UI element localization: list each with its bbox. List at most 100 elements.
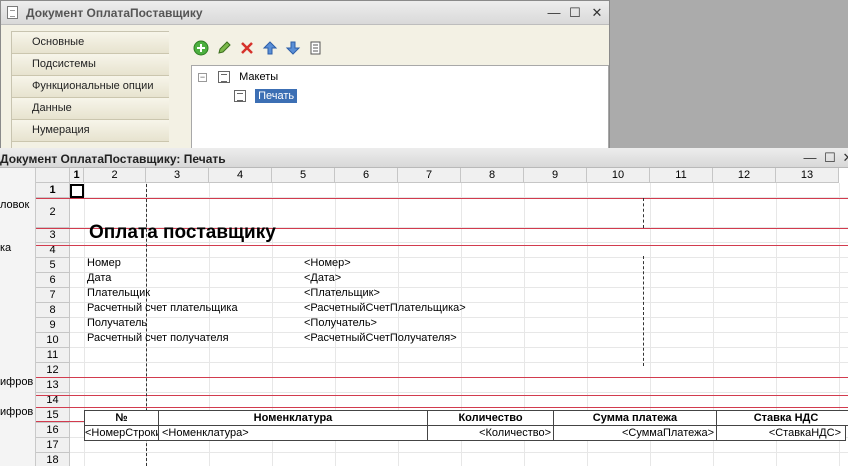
- grid-row-line: [70, 452, 848, 453]
- template-icon: [234, 90, 246, 103]
- field-parameter[interactable]: <Номер>: [304, 257, 351, 269]
- sidebar-item-functional-options[interactable]: Функциональные опции: [12, 76, 169, 98]
- grid-corner[interactable]: [36, 168, 70, 183]
- add-icon[interactable]: [192, 39, 210, 57]
- maximize-icon[interactable]: ☐: [567, 5, 583, 21]
- row-header[interactable]: 8: [36, 303, 70, 318]
- column-header[interactable]: 4: [209, 168, 272, 183]
- row-groups-column: ловок ка ифров ифров: [0, 168, 36, 466]
- minimize-icon[interactable]: —: [546, 5, 562, 21]
- row-header[interactable]: 16: [36, 423, 70, 438]
- row-header[interactable]: 13: [36, 378, 70, 393]
- row-header[interactable]: 6: [36, 273, 70, 288]
- column-header[interactable]: 1: [70, 168, 84, 183]
- tree-item-templates[interactable]: − Макеты: [198, 68, 278, 86]
- sidebar-item-subsystems[interactable]: Подсистемы: [12, 54, 169, 76]
- table-cell-item[interactable]: <Номенклатура>: [158, 425, 428, 441]
- column-header[interactable]: 9: [524, 168, 587, 183]
- table-header-number[interactable]: №: [84, 410, 159, 426]
- row-header[interactable]: 17: [36, 438, 70, 453]
- grid-row-line: [70, 287, 848, 288]
- column-header[interactable]: 13: [776, 168, 839, 183]
- delete-icon[interactable]: [238, 39, 256, 57]
- maximize-icon[interactable]: ☐: [822, 150, 838, 166]
- table-cell-vat-rate[interactable]: <СтавкаНДС>: [716, 425, 846, 441]
- group-boundary: [36, 395, 848, 396]
- grid-row-line: [70, 392, 848, 393]
- group-boundary: [36, 245, 848, 246]
- document-properties-window: Документ ОплатаПоставщику — ☐ ✕ Основные…: [0, 0, 610, 151]
- group-boundary: [36, 407, 848, 408]
- sidebar-item-numbering[interactable]: Нумерация: [12, 120, 169, 142]
- tree-item-label: Печать: [255, 89, 298, 103]
- minimize-icon[interactable]: —: [802, 150, 818, 166]
- table-cell-quantity[interactable]: <Количество>: [427, 425, 554, 441]
- tree-item-label: Макеты: [239, 71, 279, 83]
- field-label[interactable]: Расчетный счет плательщика: [87, 302, 238, 314]
- window-titlebar: Документ ОплатаПоставщику — ☐ ✕: [1, 1, 609, 25]
- table-cell-payment-sum[interactable]: <СуммаПлатежа>: [553, 425, 717, 441]
- page-boundary-line: [643, 198, 644, 228]
- table-cell-line-number[interactable]: <НомерСтроки>: [84, 425, 159, 441]
- field-label[interactable]: Получатель: [87, 317, 147, 329]
- print-template-window: Документ ОплатаПоставщику: Печать — ☐ ✕ …: [0, 148, 848, 466]
- table-header-item[interactable]: Номенклатура: [158, 410, 428, 426]
- column-header[interactable]: 3: [146, 168, 209, 183]
- edit-pencil-icon[interactable]: [215, 39, 233, 57]
- templates-tree: − Макеты Печать: [191, 65, 609, 151]
- column-header[interactable]: 6: [335, 168, 398, 183]
- tree-item-print[interactable]: Печать: [234, 87, 298, 105]
- field-label[interactable]: Номер: [87, 257, 121, 269]
- close-icon[interactable]: ✕: [589, 5, 605, 21]
- field-label[interactable]: Плательщик: [87, 287, 150, 299]
- field-label[interactable]: Расчетный счет получателя: [87, 332, 229, 344]
- column-header[interactable]: 7: [398, 168, 461, 183]
- grid-row-line: [70, 362, 848, 363]
- row-header[interactable]: 9: [36, 318, 70, 333]
- row-header[interactable]: 10: [36, 333, 70, 348]
- column-header[interactable]: 2: [84, 168, 146, 183]
- table-header-quantity[interactable]: Количество: [427, 410, 554, 426]
- row-header[interactable]: 18: [36, 453, 70, 466]
- column-header[interactable]: 5: [272, 168, 335, 183]
- column-header[interactable]: 11: [650, 168, 713, 183]
- row-header[interactable]: 7: [36, 288, 70, 303]
- row-header[interactable]: 1: [36, 183, 70, 198]
- group-label: ловок: [0, 199, 30, 211]
- field-parameter[interactable]: <Дата>: [304, 272, 341, 284]
- active-cell[interactable]: [70, 184, 84, 198]
- sections-sidebar: Основные Подсистемы Функциональные опции…: [11, 31, 169, 149]
- table-header-vat-rate[interactable]: Ставка НДС: [716, 410, 848, 426]
- collapse-icon[interactable]: −: [198, 72, 207, 82]
- row-header[interactable]: 3: [36, 228, 70, 243]
- row-header[interactable]: 11: [36, 348, 70, 363]
- list-icon[interactable]: [307, 39, 325, 57]
- templates-toolbar: [191, 37, 601, 59]
- grid-row-line: [70, 257, 848, 258]
- grid-row-line: [70, 347, 848, 348]
- close-icon[interactable]: ✕: [840, 150, 848, 166]
- grid-row-line: [70, 317, 848, 318]
- move-down-icon[interactable]: [284, 39, 302, 57]
- sidebar-item-main[interactable]: Основные: [12, 32, 169, 54]
- row-header[interactable]: 5: [36, 258, 70, 273]
- field-label[interactable]: Дата: [87, 272, 111, 284]
- column-header[interactable]: 12: [713, 168, 776, 183]
- report-title-cell[interactable]: Оплата поставщику: [89, 222, 276, 244]
- field-parameter[interactable]: <РасчетныйСчетПолучателя>: [304, 332, 457, 344]
- page-boundary-line: [643, 256, 644, 366]
- template-window-title: Документ ОплатаПоставщику: Печать: [0, 152, 226, 166]
- field-parameter[interactable]: <Получатель>: [304, 317, 377, 329]
- group-label: ифров: [0, 376, 34, 388]
- table-header-payment-sum[interactable]: Сумма платежа: [553, 410, 717, 426]
- template-group-icon: [218, 71, 231, 84]
- move-up-icon[interactable]: [261, 39, 279, 57]
- sidebar-item-data[interactable]: Данные: [12, 98, 169, 120]
- field-parameter[interactable]: <РасчетныйСчетПлательщика>: [304, 302, 466, 314]
- field-parameter[interactable]: <Плательщик>: [304, 287, 380, 299]
- column-header[interactable]: 8: [461, 168, 524, 183]
- column-header[interactable]: 10: [587, 168, 650, 183]
- spreadsheet-grid[interactable]: ловок ка ифров ифров 1 2 3 4 5 6 7 8 9 10 11 12 13 1…: [0, 168, 848, 466]
- row-header[interactable]: 12: [36, 363, 70, 378]
- row-header[interactable]: 2: [36, 198, 70, 228]
